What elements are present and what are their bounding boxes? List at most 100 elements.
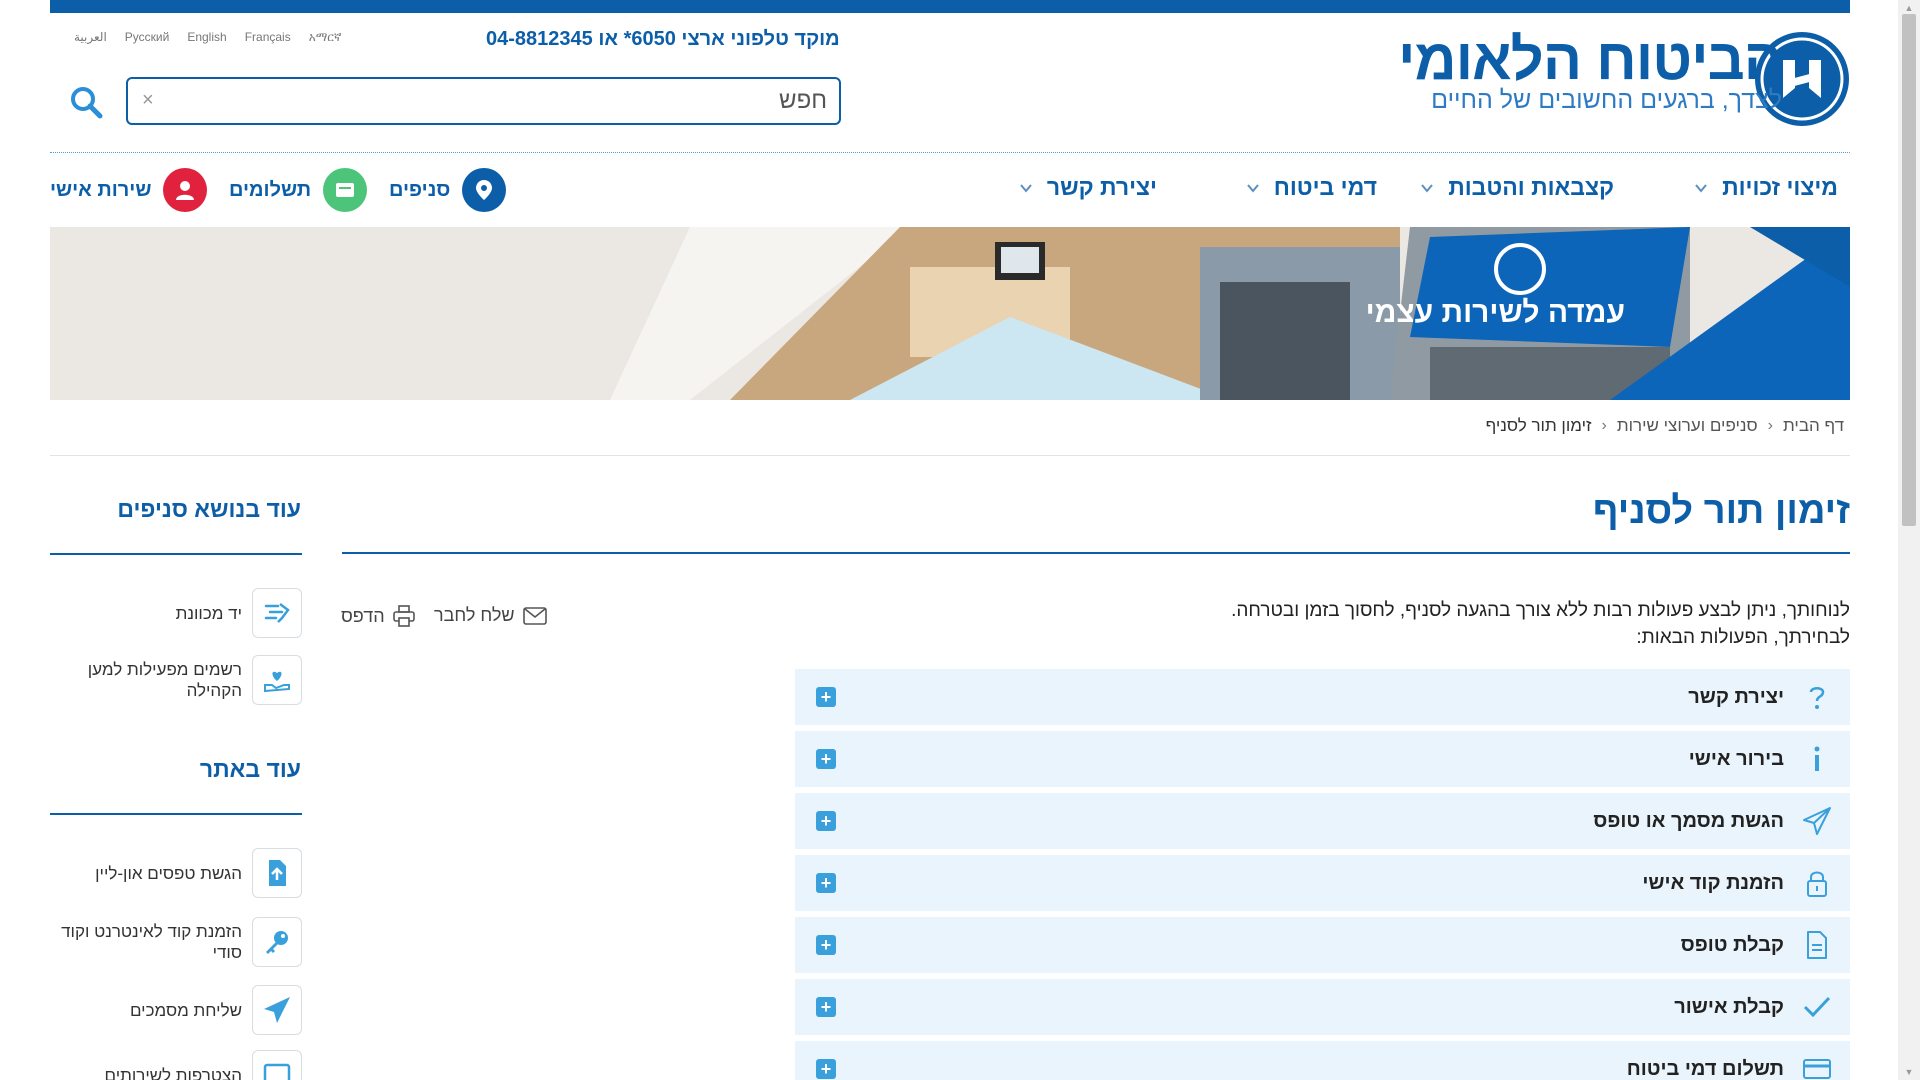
sidebar-item-online-forms[interactable]: הגשת טפסים און-ליין xyxy=(50,848,302,898)
chevron-down-icon xyxy=(1020,183,1032,193)
lang-english[interactable]: English xyxy=(187,30,226,45)
accordion-get-approval[interactable]: קבלת אישור + xyxy=(795,979,1850,1035)
search-clear-icon[interactable]: × xyxy=(142,89,154,112)
lang-russian[interactable]: Русский xyxy=(125,30,170,45)
sidebar-item-label: הגשת טפסים און-ליין xyxy=(95,863,242,883)
send-to-friend-button[interactable]: שלח לחבר xyxy=(434,605,547,626)
breadcrumb-home[interactable]: דף הבית xyxy=(1783,416,1844,436)
plus-icon[interactable]: + xyxy=(816,687,836,707)
chevron-down-icon xyxy=(1695,183,1707,193)
sidebar-section2-underline xyxy=(50,813,302,815)
sidebar-item-label: שליחת מסמכים xyxy=(129,1000,242,1020)
intro-line-1: לנוחותך, ניתן לבצע פעולות רבות ללא צורך … xyxy=(1231,600,1850,621)
sidebar-item-internet-code[interactable]: הזמנת קוד לאינטרנט וקוד סודי xyxy=(50,917,302,967)
guiding-hand-icon xyxy=(252,588,302,638)
sidebar-section2-title: עוד באתר xyxy=(199,756,301,782)
page-title: זימון תור לסניף xyxy=(1592,490,1850,532)
nav-contact-label: יצירת קשר xyxy=(1046,174,1157,200)
banner-illustration: עמדה לשירות עצמי xyxy=(50,227,1850,400)
top-accent-bar xyxy=(50,0,1850,13)
breadcrumb: דף הבית ‹ סניפים וערוצי שירות ‹ זימון תו… xyxy=(1486,416,1844,436)
info-icon xyxy=(1814,746,1820,771)
plus-icon[interactable]: + xyxy=(816,811,836,831)
search-icon[interactable] xyxy=(68,84,104,120)
plus-icon[interactable]: + xyxy=(816,749,836,769)
brand-subtitle: לצדך, ברגעים החשובים של החיים xyxy=(1431,86,1782,114)
checkmark-icon xyxy=(1803,996,1831,1018)
hotline-text: מוקד טלפוני ארצי ‎*6050 או 04-8812345 xyxy=(486,28,840,50)
chevron-left-icon: ‹ xyxy=(1767,417,1773,434)
accordion-pay-insurance[interactable]: תשלום דמי ביטוח + xyxy=(795,1041,1850,1080)
search-input[interactable] xyxy=(187,84,827,118)
scroll-down-arrow-icon[interactable]: ▼ xyxy=(1902,1066,1916,1078)
sidebar-item-label: רשמים מפעילות למען הקהילה xyxy=(87,660,242,700)
window-icon xyxy=(252,1050,302,1080)
lang-amharic[interactable]: አማርኛ xyxy=(309,30,342,45)
wallet-icon xyxy=(323,168,368,212)
sidebar-item-join-services[interactable]: הצטרפות לשירותים xyxy=(50,1050,302,1080)
printer-icon xyxy=(392,605,415,627)
nav-insurance-fees-label: דמי ביטוח xyxy=(1273,174,1377,200)
nav-benefits[interactable]: קצבאות והטבות xyxy=(1420,174,1614,201)
accordion-submit-document[interactable]: הגשת מסמך או טופס + xyxy=(795,793,1850,849)
nav-insurance-fees[interactable]: דמי ביטוח xyxy=(1246,174,1377,201)
accordion-personal-code[interactable]: הזמנת קוד אישי + xyxy=(795,855,1850,911)
sidebar-item-guiding-hand[interactable]: יד מכוונת xyxy=(50,588,302,638)
scroll-up-arrow-icon[interactable]: ▲ xyxy=(1902,2,1916,14)
chevron-down-icon xyxy=(1421,183,1433,193)
quick-link-payments[interactable]: תשלומים xyxy=(229,168,368,212)
accordion-personal-inquiry[interactable]: בירור אישי + xyxy=(795,731,1850,787)
breadcrumb-branches[interactable]: סניפים וערוצי שירות xyxy=(1617,416,1758,436)
accordion-get-approval-label: קבלת אישור xyxy=(1674,995,1784,1018)
question-icon xyxy=(1809,687,1825,709)
lang-arabic[interactable]: العربية xyxy=(74,30,107,45)
quick-link-personal-service-label: שירות אישי xyxy=(50,178,152,201)
accordion-pay-insurance-label: תשלום דמי ביטוח xyxy=(1626,1057,1784,1080)
title-underline xyxy=(342,552,1850,554)
lang-french[interactable]: Français xyxy=(245,30,291,45)
user-icon xyxy=(163,168,208,212)
intro-line-2: לבחירתך, הפעולות הבאות: xyxy=(1636,627,1850,648)
nav-benefits-label: קצבאות והטבות xyxy=(1448,174,1614,200)
quick-link-personal-service[interactable]: שירות אישי xyxy=(50,168,208,212)
language-switcher: العربية Русский English Français አማርኛ xyxy=(74,30,342,45)
paper-plane-icon xyxy=(252,985,302,1035)
quick-link-payments-label: תשלומים xyxy=(229,178,312,201)
envelope-icon xyxy=(522,606,547,625)
send-to-friend-label: שלח לחבר xyxy=(434,605,515,625)
sidebar-section1-underline xyxy=(50,553,302,555)
sidebar-item-label: הזמנת קוד לאינטרנט וקוד סודי xyxy=(61,922,242,962)
header-divider xyxy=(50,152,1850,153)
heart-hand-icon xyxy=(252,655,302,705)
accordion-contact[interactable]: יצירת קשר + xyxy=(795,669,1850,725)
plus-icon[interactable]: + xyxy=(816,997,836,1017)
sidebar-item-send-documents[interactable]: שליחת מסמכים xyxy=(50,985,302,1035)
quick-link-branches-label: סניפים xyxy=(389,178,451,201)
brand-title[interactable]: הביטוח הלאומי xyxy=(1398,26,1783,93)
accordion-get-form[interactable]: קבלת טופס + xyxy=(795,917,1850,973)
accordion-personal-code-label: הזמנת קוד אישי xyxy=(1642,871,1784,894)
sidebar-item-label: הצטרפות לשירותים xyxy=(104,1065,242,1080)
breadcrumb-current: זימון תור לסניף xyxy=(1485,416,1592,435)
chevron-down-icon xyxy=(1246,183,1259,193)
document-icon xyxy=(1807,931,1827,959)
sidebar-item-label: יד מכוונת xyxy=(175,603,242,623)
plus-icon[interactable]: + xyxy=(816,873,836,893)
upload-file-icon xyxy=(252,848,302,898)
hero-banner: עמדה לשירות עצמי xyxy=(50,227,1850,400)
accordion-personal-inquiry-label: בירור אישי xyxy=(1688,747,1784,770)
nav-contact[interactable]: יצירת קשר xyxy=(1019,174,1157,201)
sidebar-section1-title: עוד בנושא סניפים xyxy=(117,496,301,522)
accordion-contact-label: יצירת קשר xyxy=(1688,685,1784,708)
nav-rights[interactable]: מיצוי זכויות xyxy=(1694,174,1838,201)
plus-icon[interactable]: + xyxy=(816,1059,836,1079)
sidebar-item-community-activity[interactable]: רשמים מפעילות למען הקהילה xyxy=(50,655,302,705)
quick-link-branches[interactable]: סניפים xyxy=(389,168,507,212)
key-icon xyxy=(252,917,302,967)
lock-icon xyxy=(1807,871,1827,897)
location-pin-icon xyxy=(462,168,507,212)
plus-icon[interactable]: + xyxy=(816,935,836,955)
print-button[interactable]: הדפס xyxy=(341,605,415,627)
nav-rights-label: מיצוי זכויות xyxy=(1722,174,1838,200)
scrollbar-thumb[interactable] xyxy=(1902,14,1916,526)
